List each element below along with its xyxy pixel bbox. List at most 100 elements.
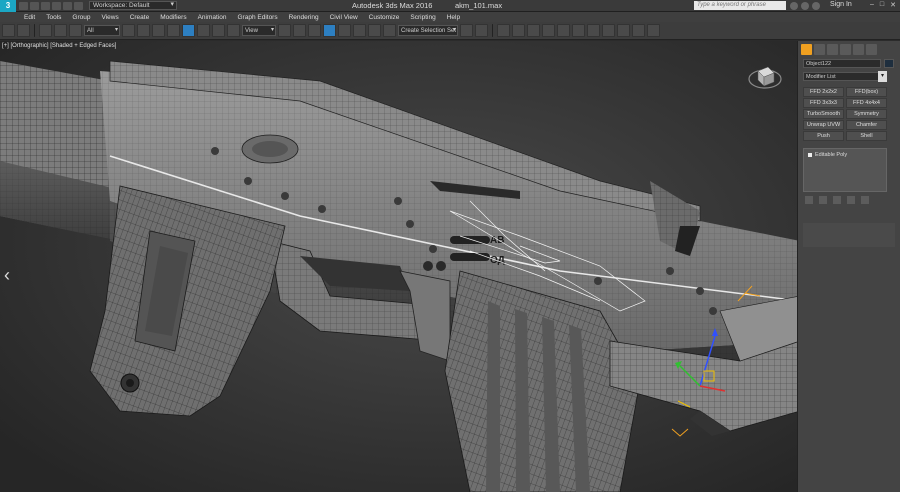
redo-icon[interactable] [63,1,72,10]
select-by-name-button[interactable] [137,24,150,37]
turbosmooth-button[interactable]: TurboSmooth [803,109,844,119]
viewcube-icon[interactable] [748,59,782,93]
modifier-stack[interactable]: Editable Poly [803,148,887,192]
search-input[interactable]: Type a keyword or phrase [694,1,786,10]
utilities-tab-icon[interactable] [866,44,877,55]
chamfer-button[interactable]: Chamfer [846,120,887,130]
user-icon[interactable] [812,2,820,10]
push-button[interactable]: Push [803,131,844,141]
reference-coordinate-dropdown[interactable]: View [242,25,276,36]
edit-named-selection-button[interactable] [383,24,396,37]
select-and-rotate-button[interactable] [197,24,210,37]
workspace-dropdown[interactable]: Workspace: Default [89,1,177,10]
save-file-icon[interactable] [41,1,50,10]
select-and-scale-button[interactable] [212,24,225,37]
object-name-field[interactable]: Object122 [803,59,881,68]
schematic-view-button[interactable] [542,24,555,37]
render-activeshade-button[interactable] [632,24,645,37]
menu-scripting[interactable]: Scripting [410,14,435,21]
a360-render-button[interactable] [647,24,660,37]
toolbar-divider [492,24,493,37]
menu-help[interactable]: Help [447,14,460,21]
menu-customize[interactable]: Customize [369,14,400,21]
pivot-center-button[interactable] [278,24,291,37]
select-and-move-button[interactable] [182,24,195,37]
ffd-box-button[interactable]: FFD(box) [846,87,887,97]
angle-snap-button[interactable] [338,24,351,37]
ribbon-toggle-button[interactable] [512,24,525,37]
shell-button[interactable]: Shell [846,131,887,141]
exchange-icon[interactable] [801,2,809,10]
ffd-4x4x4-button[interactable]: FFD 4x4x4 [846,98,887,108]
project-folder-icon[interactable] [74,1,83,10]
rendered-frame-window-button[interactable] [587,24,600,37]
minimize-icon[interactable]: – [870,1,874,9]
menu-rendering[interactable]: Rendering [289,14,319,21]
menu-views[interactable]: Views [101,14,118,21]
undo-icon[interactable] [52,1,61,10]
viewport-canvas: АВ ОД [0,41,797,492]
object-color-swatch[interactable] [884,59,894,68]
menu-create[interactable]: Create [130,14,150,21]
modify-tab-icon[interactable] [814,44,825,55]
chevron-left-icon[interactable]: ‹ [4,265,10,286]
hierarchy-tab-icon[interactable] [827,44,838,55]
menu-modifiers[interactable]: Modifiers [160,14,186,21]
menu-animation[interactable]: Animation [198,14,227,21]
layer-explorer-button[interactable] [497,24,510,37]
window-crossing-button[interactable] [167,24,180,37]
show-end-result-icon[interactable] [819,196,827,204]
ffd-2x2x2-button[interactable]: FFD 2x2x2 [803,87,844,97]
select-object-button[interactable] [122,24,135,37]
stack-item-editable-poly[interactable]: Editable Poly [806,151,884,159]
pin-stack-icon[interactable] [805,196,813,204]
menu-civil-view[interactable]: Civil View [330,14,358,21]
render-setup-button[interactable] [572,24,585,37]
undo-button[interactable] [2,24,15,37]
symmetry-button[interactable]: Symmetry [846,109,887,119]
create-tab-icon[interactable] [801,44,812,55]
perspective-viewport[interactable]: АВ ОД [+] [Orthographic] [Shaded + Edged… [0,41,797,492]
redo-button[interactable] [17,24,30,37]
snaps-toggle-button[interactable] [323,24,336,37]
chevron-down-icon[interactable]: ▾ [878,71,887,82]
menu-group[interactable]: Group [72,14,90,21]
keyboard-shortcut-button[interactable] [308,24,321,37]
menu-tools[interactable]: Tools [46,14,61,21]
manipulate-button[interactable] [293,24,306,37]
link-button[interactable] [39,24,52,37]
mirror-button[interactable] [460,24,473,37]
menu-graph-editors[interactable]: Graph Editors [238,14,278,21]
sign-in-link[interactable]: Sign In [830,1,852,8]
maximize-icon[interactable]: □ [880,1,884,9]
select-and-place-button[interactable] [227,24,240,37]
open-file-icon[interactable] [30,1,39,10]
modifier-buttons: FFD 2x2x2 FFD(box) FFD 3x3x3 FFD 4x4x4 T… [803,87,887,141]
motion-tab-icon[interactable] [840,44,851,55]
viewport-label[interactable]: [+] [Orthographic] [Shaded + Edged Faces… [2,43,116,49]
new-file-icon[interactable] [19,1,28,10]
spinner-snap-button[interactable] [368,24,381,37]
menu-edit[interactable]: Edit [24,14,35,21]
unlink-button[interactable] [54,24,67,37]
configure-modifier-sets-icon[interactable] [861,196,869,204]
unwrap-uvw-button[interactable]: Unwrap UVW [803,120,844,130]
app-logo[interactable]: 3 [0,0,16,12]
render-iterative-button[interactable] [617,24,630,37]
make-unique-icon[interactable] [833,196,841,204]
material-editor-button[interactable] [557,24,570,37]
bind-space-warp-button[interactable] [69,24,82,37]
selection-filter-dropdown[interactable]: All [84,25,120,36]
modifier-list-dropdown[interactable]: Modifier List [803,72,887,81]
percent-snap-button[interactable] [353,24,366,37]
search-icon[interactable] [790,2,798,10]
align-button[interactable] [475,24,488,37]
render-production-button[interactable] [602,24,615,37]
curve-editor-button[interactable] [527,24,540,37]
close-icon[interactable]: ✕ [890,1,896,9]
remove-modifier-icon[interactable] [847,196,855,204]
ffd-3x3x3-button[interactable]: FFD 3x3x3 [803,98,844,108]
selection-region-button[interactable] [152,24,165,37]
named-selection-dropdown[interactable]: Create Selection Set [398,25,458,36]
display-tab-icon[interactable] [853,44,864,55]
